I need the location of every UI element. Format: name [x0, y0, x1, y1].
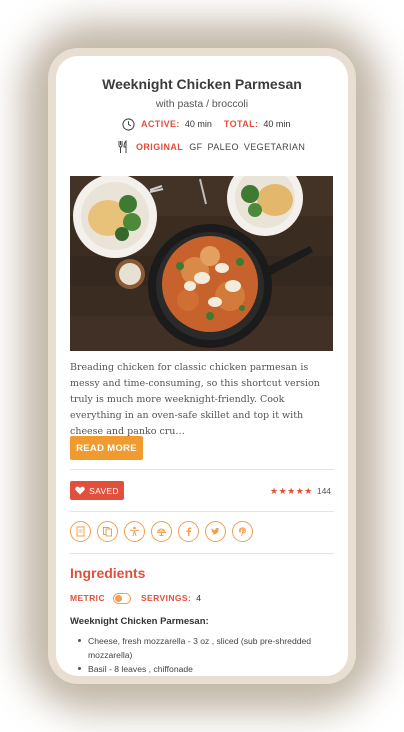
- toggle-knob: [114, 594, 122, 602]
- read-more-button[interactable]: READ MORE: [70, 436, 143, 460]
- recipe-card: Weeknight Chicken Parmesan with pasta / …: [56, 56, 348, 676]
- time-row: ACTIVE: 40 min TOTAL: 40 min: [122, 117, 302, 131]
- recipe-photo: [70, 176, 333, 351]
- diet-tag-vegetarian[interactable]: VEGETARIAN: [244, 142, 305, 152]
- recipe-title: Weeknight Chicken Parmesan: [102, 76, 302, 92]
- total-time-value: 40 min: [263, 119, 291, 129]
- list-item: Basil - 8 leaves , chiffonade: [76, 662, 338, 676]
- twitter-icon[interactable]: [205, 521, 226, 542]
- rating[interactable]: ★★★★★ 144: [270, 485, 331, 497]
- servings-label: SERVINGS:: [140, 593, 192, 603]
- dinner-icon[interactable]: [151, 521, 172, 542]
- recipe-subtitle: with pasta / broccoli: [155, 98, 249, 110]
- copy-icon[interactable]: [97, 521, 118, 542]
- divider: [70, 553, 334, 554]
- rating-stars: ★★★★★: [270, 485, 313, 496]
- list-item: Cheese, fresh mozzarella - 3 oz , sliced…: [76, 634, 338, 662]
- review-count: 144: [316, 486, 332, 496]
- metric-toggle[interactable]: [112, 592, 131, 604]
- share-toolbar: [70, 521, 253, 542]
- facebook-icon[interactable]: [178, 521, 199, 542]
- active-time-value: 40 min: [184, 119, 212, 129]
- ingredient-controls: METRIC SERVINGS: 4: [70, 591, 201, 605]
- diet-tag-gf[interactable]: GF: [189, 142, 202, 152]
- divider: [70, 469, 334, 470]
- ingredients-heading: Ingredients: [70, 565, 146, 581]
- notebook-icon[interactable]: [70, 521, 91, 542]
- divider: [70, 511, 334, 512]
- saved-label: SAVED: [89, 485, 119, 496]
- heart-icon: [75, 486, 85, 495]
- clock-icon: [122, 117, 135, 131]
- recipe-description: Breading chicken for classic chicken par…: [70, 362, 320, 437]
- metric-label: METRIC: [70, 593, 105, 603]
- ingredient-list: Cheese, fresh mozzarella - 3 oz , sliced…: [76, 634, 338, 676]
- pinterest-icon[interactable]: [232, 521, 253, 542]
- fork-knife-icon: [118, 140, 127, 153]
- diet-tag-paleo[interactable]: PALEO: [208, 142, 239, 152]
- servings-value[interactable]: 4: [196, 593, 201, 603]
- active-time-label: ACTIVE:: [141, 119, 180, 129]
- total-time-label: TOTAL:: [223, 119, 259, 129]
- saved-button[interactable]: SAVED: [70, 481, 124, 500]
- diet-row: ORIGINAL GF PALEO VEGETARIAN: [118, 140, 310, 154]
- original-diet-label[interactable]: ORIGINAL: [136, 142, 183, 152]
- cook-mode-icon[interactable]: [124, 521, 145, 542]
- ingredient-section-title: Weeknight Chicken Parmesan:: [70, 616, 209, 627]
